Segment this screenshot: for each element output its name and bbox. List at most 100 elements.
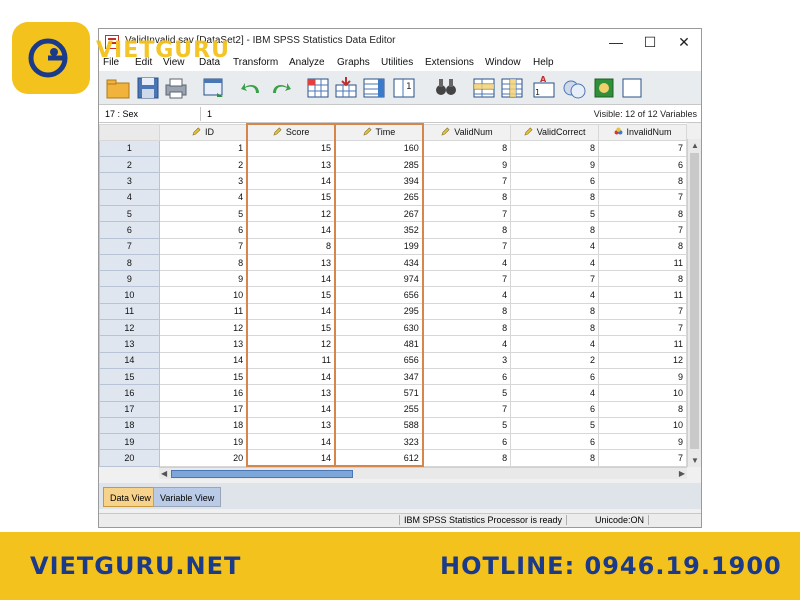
- maximize-button[interactable]: ☐: [633, 31, 667, 53]
- data-cell[interactable]: 481: [333, 335, 424, 353]
- data-cell[interactable]: 7: [422, 172, 512, 190]
- dialog-recall-icon[interactable]: [201, 75, 227, 101]
- data-cell[interactable]: 6: [510, 172, 600, 190]
- insert-cases-icon[interactable]: [471, 75, 497, 101]
- data-cell[interactable]: 11: [598, 286, 687, 304]
- data-cell[interactable]: 4: [158, 188, 248, 206]
- data-cell[interactable]: 11: [246, 351, 336, 369]
- variables-icon[interactable]: [361, 75, 387, 101]
- row-number[interactable]: 13: [99, 335, 160, 353]
- data-cell[interactable]: 1: [158, 139, 248, 158]
- data-cell[interactable]: 8: [510, 139, 600, 158]
- show-all-variables-icon[interactable]: [619, 75, 645, 101]
- data-cell[interactable]: 7: [510, 270, 600, 288]
- scroll-right-icon[interactable]: ▶: [679, 469, 685, 478]
- row-number[interactable]: 14: [99, 351, 160, 369]
- cell-value-input[interactable]: 1: [207, 107, 212, 121]
- data-cell[interactable]: 9: [598, 433, 687, 451]
- data-cell[interactable]: 4: [510, 237, 600, 255]
- data-cell[interactable]: 571: [333, 384, 424, 402]
- data-cell[interactable]: 11: [598, 335, 687, 353]
- data-cell[interactable]: 11: [598, 253, 687, 272]
- data-cell[interactable]: 12: [246, 335, 336, 353]
- data-cell[interactable]: 14: [246, 433, 336, 451]
- data-cell[interactable]: 656: [333, 351, 424, 369]
- row-number[interactable]: 7: [99, 237, 160, 255]
- data-cell[interactable]: 2: [158, 156, 248, 174]
- data-cell[interactable]: 8: [510, 319, 600, 337]
- data-cell[interactable]: 656: [333, 286, 424, 304]
- data-cell[interactable]: 8: [422, 449, 512, 467]
- value-labels-icon[interactable]: [561, 75, 587, 101]
- data-cell[interactable]: 6: [422, 433, 512, 451]
- find-icon[interactable]: [433, 75, 459, 101]
- data-cell[interactable]: 6: [510, 367, 600, 386]
- scroll-down-icon[interactable]: ▼: [691, 456, 699, 465]
- data-cell[interactable]: 8: [598, 172, 687, 190]
- data-cell[interactable]: 8: [422, 302, 512, 321]
- data-cell[interactable]: 394: [333, 172, 424, 190]
- data-cell[interactable]: 17: [158, 400, 248, 418]
- data-cell[interactable]: 10: [598, 384, 687, 402]
- data-cell[interactable]: 6: [598, 156, 687, 174]
- data-cell[interactable]: 7: [598, 449, 687, 467]
- data-cell[interactable]: 5: [158, 204, 248, 223]
- tab-data-view[interactable]: Data View: [103, 487, 158, 507]
- data-cell[interactable]: 8: [598, 400, 687, 418]
- data-cell[interactable]: 13: [246, 253, 336, 272]
- data-cell[interactable]: 14: [246, 270, 336, 288]
- data-cell[interactable]: 14: [246, 367, 336, 386]
- data-cell[interactable]: 20: [158, 449, 248, 467]
- data-cell[interactable]: 15: [246, 319, 336, 337]
- data-cell[interactable]: 8: [246, 237, 336, 255]
- row-number[interactable]: 4: [99, 188, 160, 206]
- data-cell[interactable]: 7: [598, 302, 687, 321]
- data-cell[interactable]: 7: [158, 237, 248, 255]
- data-cell[interactable]: 255: [333, 400, 424, 418]
- undo-icon[interactable]: [239, 75, 265, 101]
- data-cell[interactable]: 4: [422, 335, 512, 353]
- goto-variable-icon[interactable]: [333, 75, 359, 101]
- vertical-scroll-thumb[interactable]: [690, 153, 699, 449]
- data-cell[interactable]: 15: [246, 139, 336, 158]
- data-cell[interactable]: 12: [246, 204, 336, 223]
- menu-transform[interactable]: Transform: [233, 57, 278, 68]
- data-cell[interactable]: 8: [422, 221, 512, 239]
- data-cell[interactable]: 18: [158, 416, 248, 435]
- data-cell[interactable]: 8: [422, 188, 512, 206]
- vertical-scrollbar[interactable]: ▲ ▼: [687, 139, 701, 467]
- use-sets-icon[interactable]: [591, 75, 617, 101]
- data-cell[interactable]: 5: [422, 384, 512, 402]
- data-cell[interactable]: 14: [158, 351, 248, 369]
- data-cell[interactable]: 15: [158, 367, 248, 386]
- data-cell[interactable]: 12: [598, 351, 687, 369]
- redo-icon[interactable]: [267, 75, 293, 101]
- data-cell[interactable]: 9: [158, 270, 248, 288]
- data-cell[interactable]: 13: [158, 335, 248, 353]
- row-number[interactable]: 11: [99, 302, 160, 321]
- data-cell[interactable]: 612: [333, 449, 424, 467]
- data-cell[interactable]: 15: [246, 188, 336, 206]
- data-cell[interactable]: 15: [246, 286, 336, 304]
- data-cell[interactable]: 13: [246, 384, 336, 402]
- row-number[interactable]: 1: [99, 139, 160, 158]
- data-cell[interactable]: 8: [598, 270, 687, 288]
- goto-case-icon[interactable]: [305, 75, 331, 101]
- split-file-icon[interactable]: A1: [531, 75, 557, 101]
- data-cell[interactable]: 323: [333, 433, 424, 451]
- data-cell[interactable]: 10: [158, 286, 248, 304]
- data-cell[interactable]: 16: [158, 384, 248, 402]
- insert-variable-icon[interactable]: [499, 75, 525, 101]
- data-cell[interactable]: 8: [510, 302, 600, 321]
- data-cell[interactable]: 7: [422, 204, 512, 223]
- data-cell[interactable]: 8: [158, 253, 248, 272]
- row-number[interactable]: 18: [99, 416, 160, 435]
- data-cell[interactable]: 14: [246, 449, 336, 467]
- cell-reference[interactable]: 17 : Sex: [101, 107, 201, 121]
- menu-help[interactable]: Help: [533, 57, 554, 68]
- data-cell[interactable]: 6: [158, 221, 248, 239]
- data-cell[interactable]: 8: [510, 188, 600, 206]
- column-header-id[interactable]: ID: [158, 123, 248, 141]
- data-cell[interactable]: 295: [333, 302, 424, 321]
- data-cell[interactable]: 2: [510, 351, 600, 369]
